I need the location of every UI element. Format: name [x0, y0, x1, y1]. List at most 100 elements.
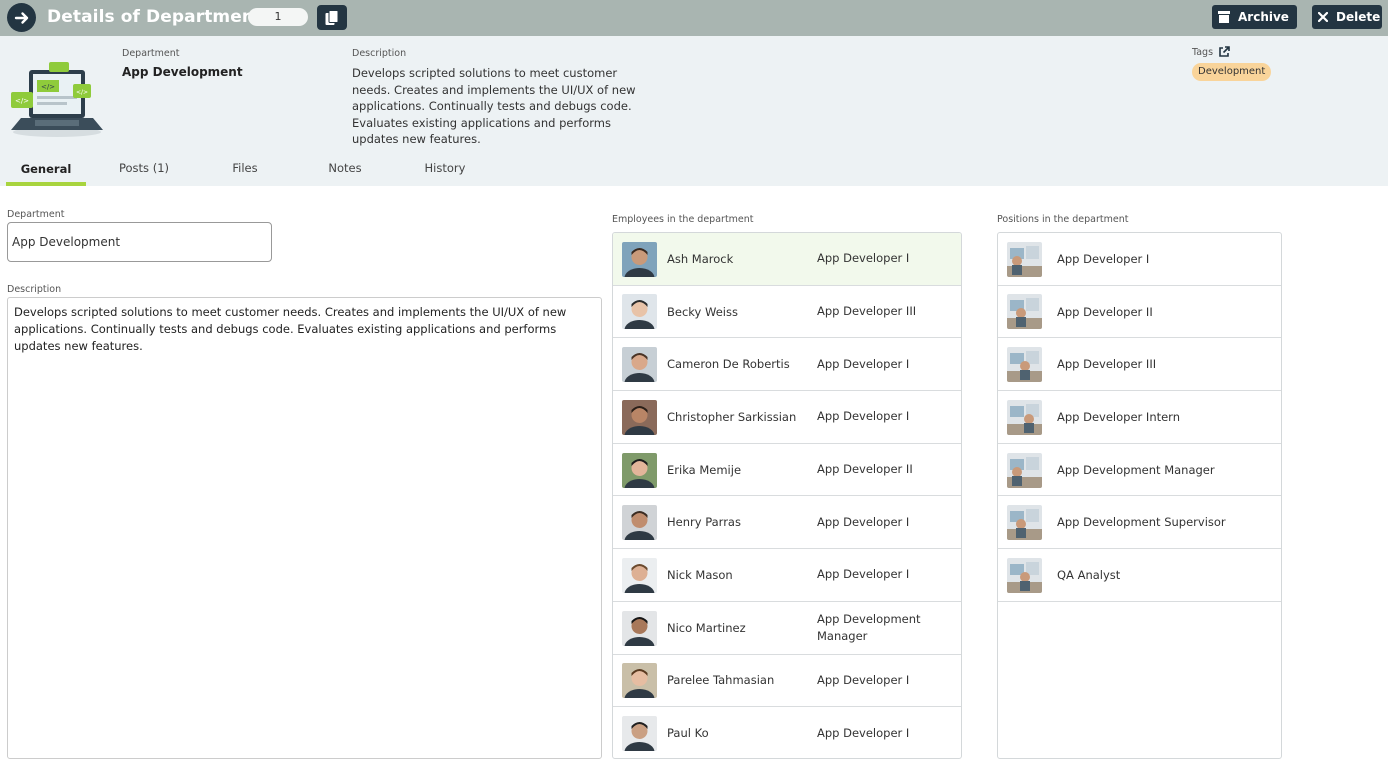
employee-row[interactable]: Cameron De Robertis App Developer I — [613, 338, 961, 392]
summary-department-label: Department — [122, 48, 180, 59]
employee-position: App Developer I — [817, 514, 910, 529]
employee-avatar — [622, 399, 657, 435]
employee-row[interactable]: Henry Parras App Developer I — [613, 496, 961, 550]
svg-text:</>: </> — [76, 89, 88, 96]
employee-name: Ash Marock — [667, 251, 734, 266]
employee-name: Nico Martinez — [667, 620, 746, 635]
employee-position: App Developer II — [817, 462, 913, 477]
position-row[interactable]: App Development Manager — [998, 444, 1281, 497]
department-input[interactable] — [7, 222, 272, 262]
position-row[interactable]: QA Analyst — [998, 549, 1281, 602]
employee-position: App Development Manager — [817, 611, 921, 643]
summary-description-label: Description — [352, 48, 407, 59]
employee-avatar — [622, 557, 657, 593]
app-development-illustration-icon: </> </> </> — [11, 62, 103, 137]
tags-label: Tags — [1192, 46, 1214, 58]
tab-general[interactable]: General — [6, 158, 86, 186]
employee-row[interactable]: Nick Mason App Developer I — [613, 549, 961, 602]
employee-position: App Developer I — [817, 409, 910, 424]
record-number[interactable]: 1 — [248, 8, 308, 26]
employee-avatar — [622, 715, 657, 751]
position-image — [1007, 294, 1042, 330]
position-image — [1007, 505, 1042, 541]
position-name: App Developer II — [1057, 304, 1153, 319]
employee-avatar — [622, 294, 657, 330]
archive-button[interactable]: Archive — [1212, 5, 1297, 29]
position-name: App Developer Intern — [1057, 409, 1181, 424]
employee-name: Cameron De Robertis — [667, 357, 790, 372]
position-image — [1007, 347, 1042, 383]
employees-list: Ash Marock App Developer I Becky Weiss App… — [612, 232, 962, 759]
description-field-label: Description — [7, 284, 62, 295]
employee-name: Paul Ko — [667, 726, 709, 741]
employee-name: Parelee Tahmasian — [667, 673, 775, 688]
employee-position: App Developer III — [817, 304, 917, 319]
position-image — [1007, 399, 1042, 435]
archive-label: Archive — [1238, 10, 1289, 24]
employee-position: App Developer I — [817, 356, 910, 371]
employee-row[interactable]: Ash Marock App Developer I — [613, 233, 961, 286]
tags-header: Tags — [1192, 46, 1230, 58]
tab-files[interactable]: Files — [205, 158, 285, 186]
positions-list: App Developer I App Developer II App Dev… — [997, 232, 1282, 759]
employee-name: Henry Parras — [667, 515, 741, 530]
position-name: App Developer I — [1057, 251, 1150, 266]
external-link-icon[interactable] — [1218, 46, 1230, 58]
employee-position: App Developer I — [817, 725, 910, 740]
employee-position: App Developer I — [817, 567, 910, 582]
employee-row[interactable]: Nico Martinez App Development Manager — [613, 602, 961, 655]
employee-row[interactable]: Christopher Sarkissian App Developer I — [613, 391, 961, 444]
close-icon — [1318, 12, 1328, 22]
employee-avatar — [622, 347, 657, 383]
positions-label: Positions in the department — [997, 214, 1129, 225]
svg-text:</>: </> — [15, 97, 29, 105]
employee-row[interactable]: Becky Weiss App Developer III — [613, 286, 961, 339]
employee-name: Becky Weiss — [667, 304, 738, 319]
svg-text:</>: </> — [41, 83, 55, 91]
position-name: QA Analyst — [1057, 567, 1121, 582]
employee-position: App Developer I — [817, 251, 910, 266]
position-name: App Development Supervisor — [1057, 515, 1226, 530]
tag-development[interactable]: Development — [1192, 63, 1272, 81]
employees-label: Employees in the department — [612, 214, 754, 225]
position-name: App Developer III — [1057, 357, 1157, 372]
summary-department-value: App Development — [122, 65, 243, 79]
summary-description-value: Develops scripted solutions to meet cust… — [352, 66, 636, 146]
position-image — [1007, 452, 1042, 488]
employee-avatar — [622, 241, 657, 277]
employee-row[interactable]: Paul Ko App Developer I — [613, 707, 961, 758]
employee-row[interactable]: Erika Memije App Developer II — [613, 444, 961, 497]
description-textarea[interactable]: Develops scripted solutions to meet cust… — [7, 297, 602, 759]
back-button[interactable] — [7, 3, 36, 32]
position-row[interactable]: App Developer III — [998, 338, 1281, 392]
department-field-label: Department — [7, 209, 65, 220]
position-row[interactable]: App Developer I — [998, 233, 1281, 286]
employee-avatar — [622, 610, 657, 646]
tab-notes[interactable]: Notes — [305, 158, 385, 186]
position-image — [1007, 241, 1042, 277]
employee-avatar — [622, 452, 657, 488]
copy-button[interactable] — [317, 5, 347, 30]
position-name: App Development Manager — [1057, 462, 1215, 477]
tab-history[interactable]: History — [405, 158, 485, 186]
arrow-right-icon — [14, 11, 28, 24]
employee-position: App Developer I — [817, 672, 910, 687]
copy-icon — [325, 9, 339, 25]
delete-button[interactable]: Delete — [1312, 5, 1382, 29]
department-summary: </> </> </> Department App Development D… — [0, 36, 1388, 186]
delete-label: Delete — [1336, 10, 1381, 24]
top-bar: Details of Department 1 Archive Delete — [0, 0, 1388, 36]
employee-row[interactable]: Parelee Tahmasian App Developer I — [613, 655, 961, 708]
employee-name: Nick Mason — [667, 567, 733, 582]
employee-avatar — [622, 505, 657, 541]
employee-name: Erika Memije — [667, 462, 742, 477]
archive-icon — [1218, 11, 1230, 23]
page-title: Details of Department — [47, 7, 263, 27]
position-row[interactable]: App Developer Intern — [998, 391, 1281, 444]
position-image — [1007, 557, 1042, 593]
employee-name: Christopher Sarkissian — [667, 409, 797, 424]
position-row[interactable]: App Development Supervisor — [998, 496, 1281, 550]
position-row[interactable]: App Developer II — [998, 286, 1281, 339]
tab-posts[interactable]: Posts (1) — [104, 158, 184, 186]
employee-avatar — [622, 663, 657, 699]
